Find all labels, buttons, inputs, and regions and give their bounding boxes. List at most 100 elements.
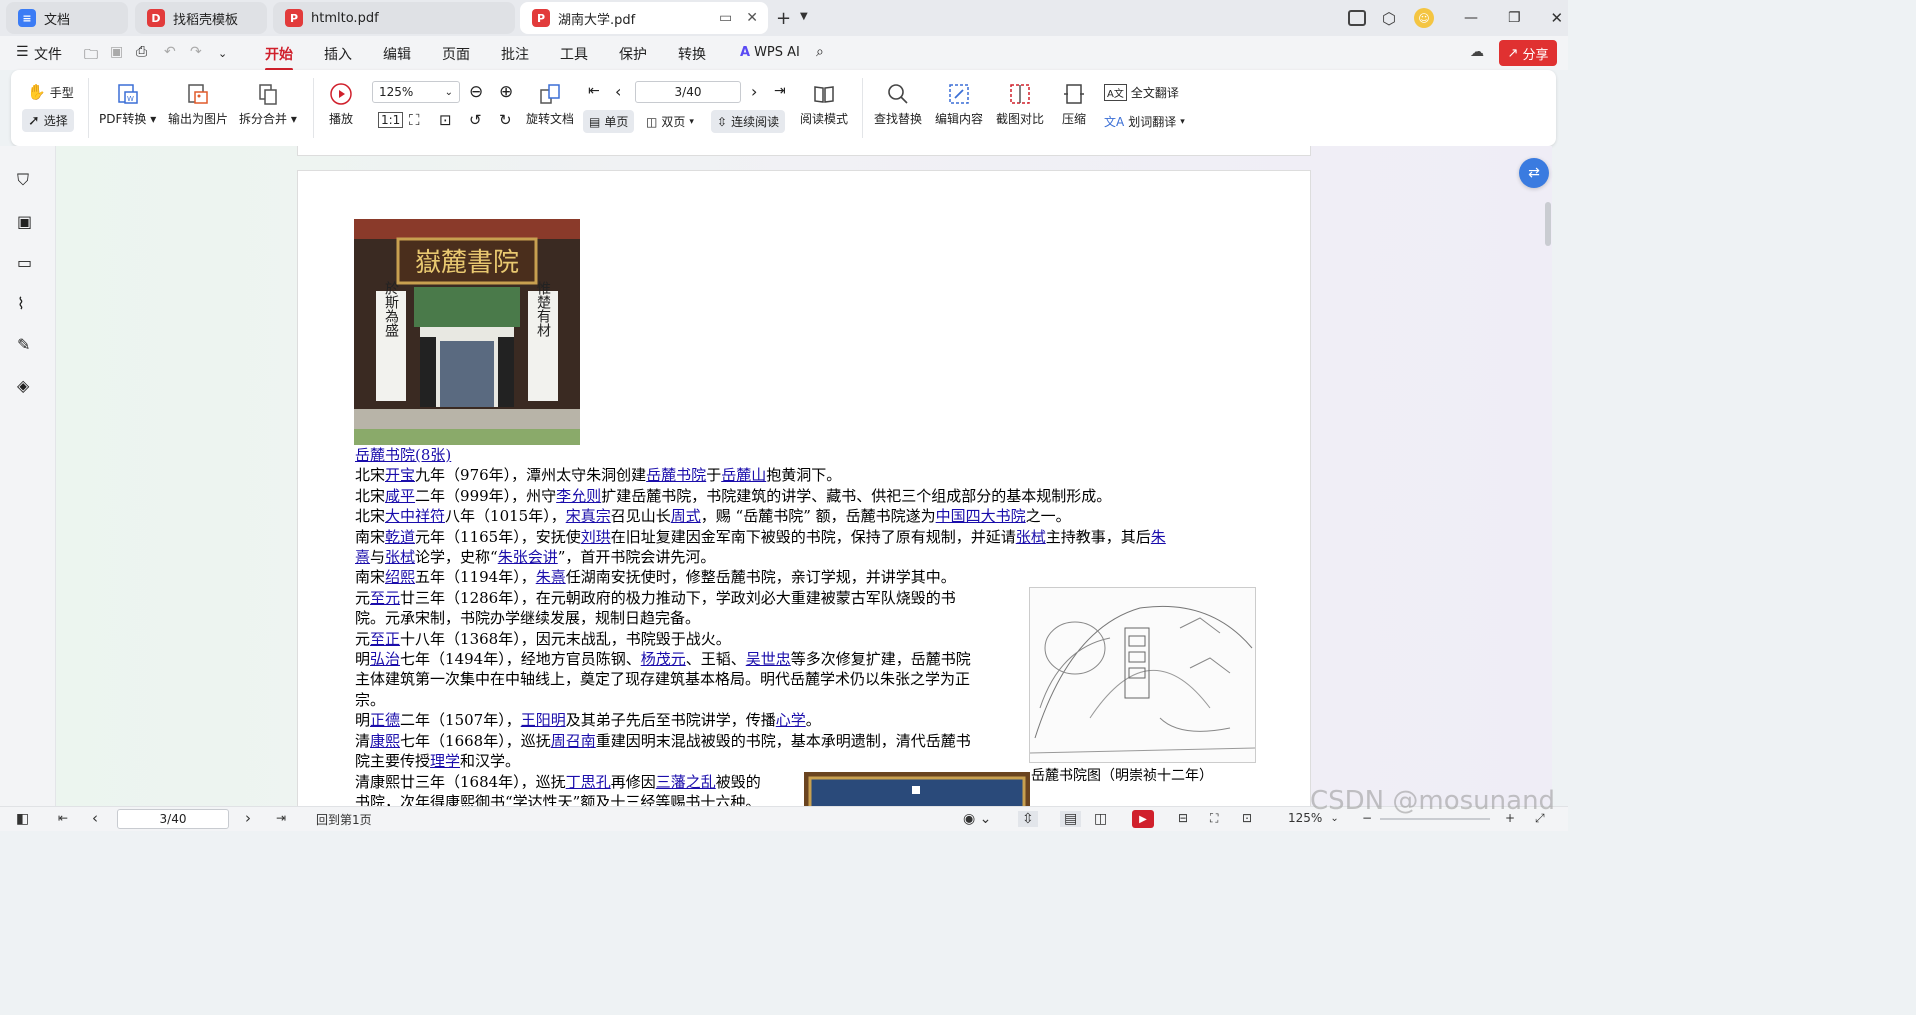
hyperlink[interactable]: 至正 xyxy=(370,630,400,648)
hyperlink[interactable]: 周式 xyxy=(671,507,701,525)
document-canvas[interactable]: 嶽麓書院 於斯為盛 惟楚有材 岳麓书院(8张) 北宋开宝九年（976年），潭州太… xyxy=(56,146,1552,812)
cube-icon[interactable]: ⬡ xyxy=(1382,9,1396,28)
hyperlink[interactable]: 大中祥符 xyxy=(385,507,445,525)
zoom-slider[interactable] xyxy=(1380,818,1490,820)
search-icon[interactable]: ⌕ xyxy=(816,44,824,60)
hyperlink[interactable]: 熹 xyxy=(355,548,370,566)
fit-width-icon[interactable]: ⊟ xyxy=(1178,811,1188,825)
hyperlink[interactable]: 理学 xyxy=(430,752,460,770)
hyperlink[interactable]: 心学 xyxy=(776,711,806,729)
hyperlink[interactable]: 周召南 xyxy=(551,732,596,750)
hyperlink[interactable]: 张栻 xyxy=(385,548,415,566)
comment-icon[interactable]: ▭ xyxy=(17,253,32,272)
menu-start[interactable]: 开始 xyxy=(265,44,293,71)
undo-icon[interactable]: ↶ xyxy=(164,44,176,60)
play-button[interactable]: 播放 xyxy=(329,82,353,127)
tab-htmlto[interactable]: P htmlto.pdf xyxy=(273,2,515,34)
word-translate-button[interactable]: 文A 划词翻译 ▾ xyxy=(1104,113,1185,130)
signature-icon[interactable]: ✎ xyxy=(17,335,30,354)
hyperlink[interactable]: 乾道 xyxy=(385,528,415,546)
vertical-scrollbar[interactable] xyxy=(1545,202,1551,246)
close-icon[interactable]: ✕ xyxy=(746,10,758,26)
new-tab-icon[interactable]: + xyxy=(776,8,791,29)
full-translate-button[interactable]: A文 全文翻译 xyxy=(1104,84,1179,101)
hyperlink[interactable]: 绍熙 xyxy=(385,568,415,586)
compress-button[interactable]: 压缩 xyxy=(1062,82,1086,127)
menu-file[interactable]: 文件 xyxy=(34,44,62,64)
hyperlink[interactable]: 刘珙 xyxy=(581,528,611,546)
fit-page-icon[interactable]: ⛶ xyxy=(1210,811,1218,826)
last-page-icon[interactable]: ⇥ xyxy=(276,811,286,825)
save-icon[interactable]: ▣ xyxy=(110,44,123,60)
next-page-icon[interactable]: › xyxy=(751,82,757,101)
prev-page-icon[interactable]: ‹ xyxy=(92,809,98,827)
tab-doc[interactable]: ≡ 文档 xyxy=(6,2,128,34)
hyperlink[interactable]: 朱 xyxy=(1151,528,1166,546)
hyperlink[interactable]: 至元 xyxy=(370,589,400,607)
more-chevron-icon[interactable]: ⌄ xyxy=(218,47,227,60)
layers-icon[interactable]: ◈ xyxy=(17,376,29,395)
rotate-right-icon[interactable]: ↻ xyxy=(499,111,512,129)
cloud-upload-icon[interactable]: ☁ xyxy=(1470,44,1484,60)
next-page-icon[interactable]: › xyxy=(245,809,251,827)
read-mode-button[interactable]: 阅读模式 xyxy=(800,82,848,127)
menu-edit[interactable]: 编辑 xyxy=(383,44,411,64)
share-button[interactable]: ↗ 分享 xyxy=(1499,40,1557,66)
fit-width-icon[interactable]: ⊡ xyxy=(439,111,452,129)
hyperlink[interactable]: 岳麓书院 xyxy=(646,466,706,484)
prev-page-icon[interactable]: ‹ xyxy=(615,82,621,101)
last-page-icon[interactable]: ⇥ xyxy=(774,83,786,99)
select-tool-button[interactable]: ➚ 选择 xyxy=(22,109,74,132)
minimize-icon[interactable]: — xyxy=(1464,10,1478,26)
eye-icon[interactable]: ◉ ⌄ xyxy=(963,811,991,827)
single-page-button[interactable]: ▤ 单页 xyxy=(583,110,635,133)
menu-page[interactable]: 页面 xyxy=(442,44,470,64)
find-replace-button[interactable]: 查找替换 xyxy=(874,82,922,127)
hyperlink[interactable]: 咸平 xyxy=(385,487,415,505)
window-icon[interactable]: ▭ xyxy=(719,10,732,26)
zoom-in-icon[interactable]: ⊕ xyxy=(499,82,513,102)
back-to-first-link[interactable]: 回到第1页 xyxy=(316,811,372,828)
hyperlink[interactable]: 朱张会讲 xyxy=(498,548,558,566)
edit-content-button[interactable]: 编辑内容 xyxy=(935,82,983,127)
play-icon[interactable]: ▶ xyxy=(1132,810,1154,828)
crop-icon[interactable]: ⊡ xyxy=(1242,811,1252,825)
menu-convert[interactable]: 转换 xyxy=(678,44,706,64)
avatar[interactable]: ☺ xyxy=(1413,8,1434,28)
hyperlink[interactable]: 三藩之乱 xyxy=(656,773,716,791)
menu-icon[interactable]: ☰ xyxy=(16,44,29,60)
hyperlink[interactable]: 宋真宗 xyxy=(566,507,611,525)
screenshot-compare-button[interactable]: 截图对比 xyxy=(996,82,1044,127)
hyperlink[interactable]: 张栻 xyxy=(1016,528,1046,546)
hyperlink[interactable]: 杨茂元 xyxy=(641,650,686,668)
split-merge-button[interactable]: 拆分合并 ▾ xyxy=(239,82,297,127)
first-page-icon[interactable]: ⇤ xyxy=(58,811,68,825)
continuous-read-button[interactable]: ⇳ 连续阅读 xyxy=(711,110,786,133)
thumbnail-icon[interactable]: ▣ xyxy=(17,212,32,231)
hyperlink[interactable]: 弘治 xyxy=(370,650,400,668)
rotate-left-icon[interactable]: ↺ xyxy=(469,111,482,129)
hyperlink[interactable]: 李允则 xyxy=(556,487,601,505)
wps-ai-button[interactable]: A WPS AI xyxy=(740,45,800,60)
status-page-input[interactable]: 3/40 xyxy=(117,809,229,829)
menu-protect[interactable]: 保护 xyxy=(619,44,647,64)
print-icon[interactable]: ⎙ xyxy=(136,44,147,60)
first-page-icon[interactable]: ⇤ xyxy=(588,83,600,99)
zoom-select[interactable]: 125% ⌄ xyxy=(372,81,460,103)
page-number-input[interactable]: 3/40 xyxy=(635,81,741,103)
ai-assistant-button[interactable]: ⇄ xyxy=(1519,158,1549,188)
hyperlink[interactable]: 康熙 xyxy=(370,732,400,750)
menu-annotate[interactable]: 批注 xyxy=(501,44,529,64)
redo-icon[interactable]: ↷ xyxy=(190,44,202,60)
attachment-icon[interactable]: ⌇ xyxy=(17,294,25,313)
rotate-document-button[interactable]: 旋转文档 xyxy=(526,82,574,127)
chevron-down-icon[interactable]: ▼ xyxy=(800,11,808,22)
zoom-out-icon[interactable]: ⊖ xyxy=(469,82,483,102)
fit-page-icon[interactable]: ⛶ xyxy=(409,111,420,129)
actual-size-icon[interactable]: 1:1 xyxy=(378,112,404,128)
double-page-view-icon[interactable]: ◫ xyxy=(1094,811,1107,827)
hyperlink[interactable]: 开宝 xyxy=(385,466,415,484)
tab-docer[interactable]: D 找稻壳模板 xyxy=(135,2,267,34)
bookmark-icon[interactable]: ⛉ xyxy=(17,170,29,190)
photo-gallery-link[interactable]: 岳麓书院(8张) xyxy=(355,446,451,464)
